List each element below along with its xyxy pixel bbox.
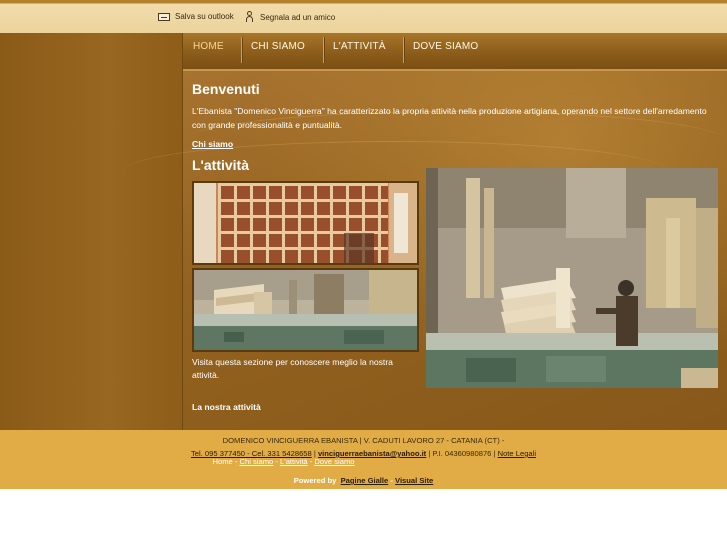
footer-company-line: DOMENICO VINCIGUERRA EBANISTA | V. CADUT… <box>222 436 505 445</box>
powered-separator: - <box>388 476 396 485</box>
nav-home[interactable]: HOME <box>193 33 224 63</box>
nostra-attivita-link[interactable]: La nostra attività <box>192 402 261 412</box>
email-card-icon <box>158 12 170 21</box>
footer-nav-attivita[interactable]: L'attività <box>280 457 308 466</box>
nav-divider <box>403 37 404 63</box>
footer-powered-line: Powered by Pagine Gialle - Visual Site <box>0 476 727 485</box>
footer-nav-dove-siamo[interactable]: Dove siamo <box>314 457 354 466</box>
content-panel: Benvenuti L'Ebanista "Domenico Vinciguer… <box>123 71 727 430</box>
nav-chi-siamo[interactable]: CHI SIAMO <box>251 33 305 63</box>
page: Salva su outlook Segnala ad un amico HOM… <box>0 0 727 545</box>
top-toolbar: Salva su outlook Segnala ad un amico <box>0 0 727 34</box>
nav-divider <box>241 37 242 63</box>
welcome-title: Benvenuti <box>192 81 260 97</box>
photo-saw[interactable] <box>192 268 419 352</box>
tell-friend-label: Segnala ad un amico <box>260 12 336 22</box>
left-column <box>0 33 183 430</box>
section-description: Visita questa sezione per conoscere megl… <box>192 357 393 380</box>
footer: DOMENICO VINCIGUERRA EBANISTA | V. CADUT… <box>0 430 727 489</box>
photo-workshop-image <box>426 168 718 388</box>
tell-friend-link[interactable]: Segnala ad un amico <box>245 11 335 23</box>
footer-nav-home[interactable]: Home <box>213 457 233 466</box>
photo-shelves-image <box>194 183 417 263</box>
save-outlook-link[interactable]: Salva su outlook <box>158 12 234 21</box>
person-icon <box>245 11 255 23</box>
attivita-title: L'attività <box>192 157 250 173</box>
nav-divider <box>323 37 324 63</box>
pagine-gialle-link[interactable]: Pagine Gialle <box>341 476 389 485</box>
footer-nav-separator: - <box>232 457 240 466</box>
chi-siamo-link[interactable]: Chi siamo <box>192 139 233 149</box>
footer-nav: Home - Chi siamo - L'attività - Dove sia… <box>0 457 647 466</box>
footer-nav-chi-siamo[interactable]: Chi siamo <box>240 457 274 466</box>
nav-attivita[interactable]: L'ATTIVITÀ <box>333 33 386 63</box>
powered-by-label: Powered by <box>293 476 337 485</box>
photo-shelves[interactable] <box>192 181 419 265</box>
nav-dove-siamo[interactable]: DOVE SIAMO <box>413 33 478 63</box>
main-area: HOME CHI SIAMO L'ATTIVITÀ DOVE SIAMO Ben… <box>0 33 727 430</box>
save-outlook-label: Salva su outlook <box>175 12 234 21</box>
visual-site-link[interactable]: Visual Site <box>395 476 433 485</box>
intro-text: L'Ebanista "Domenico Vinciguerra" ha car… <box>192 106 707 130</box>
photo-workshop[interactable] <box>426 168 718 388</box>
main-nav: HOME CHI SIAMO L'ATTIVITÀ DOVE SIAMO <box>183 33 727 71</box>
photo-saw-image <box>194 270 417 350</box>
